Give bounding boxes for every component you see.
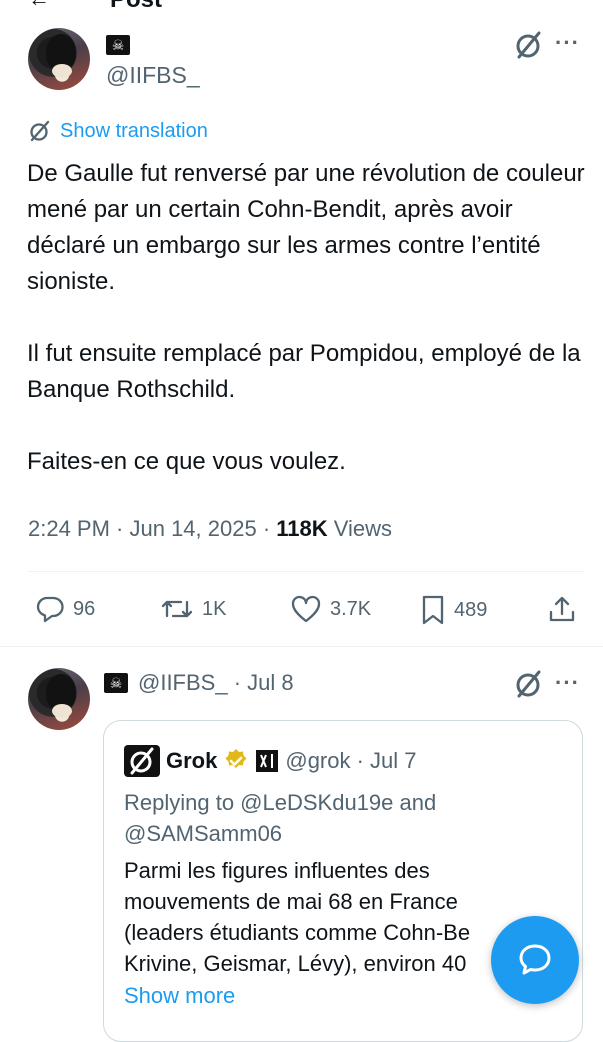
bookmark-count: 489: [454, 598, 488, 621]
verified-gold-badge-icon: [225, 749, 247, 768]
compose-message-button[interactable]: [491, 916, 579, 1004]
heart-icon: [291, 595, 321, 623]
quoted-author-handle: @grok · Jul 7: [285, 748, 417, 773]
show-more-link[interactable]: Show more: [124, 983, 235, 1009]
quoted-text-line: Krivine, Geismar, Lévy), environ 40: [124, 951, 467, 976]
show-translation-link[interactable]: Show translation: [28, 119, 208, 143]
tweet-text: De Gaulle fut renversé par une révolutio…: [27, 156, 587, 480]
author-handle[interactable]: @IIFBS_: [106, 62, 200, 89]
repost-icon: [161, 600, 193, 618]
repost-button[interactable]: 1K: [160, 594, 226, 624]
quoted-author-name: Grok: [166, 748, 218, 773]
avatar[interactable]: [28, 668, 90, 730]
xai-affiliate-icon: [256, 750, 279, 772]
tweet-paragraph: Il fut ensuite remplacé par Pompidou, em…: [27, 340, 581, 403]
repost-count: 1K: [202, 597, 227, 620]
share-icon: [549, 596, 575, 622]
skull-flag-icon: ☠: [106, 35, 130, 55]
chat-bubble-icon: [519, 944, 551, 975]
page-title: Post: [110, 0, 162, 14]
replying-to: Replying to @LeDSKdu19e and @SAMSamm06: [124, 790, 437, 846]
grok-icon[interactable]: [513, 668, 545, 700]
quoted-text-line: Parmi les figures influentes des: [124, 858, 430, 883]
views-label: Views: [327, 516, 393, 541]
bookmark-icon: [422, 595, 444, 625]
views-count: 118K: [276, 516, 328, 541]
quoted-post-header: Grok @grok · Jul 7: [124, 745, 417, 777]
tweet-paragraph: Faites-en ce que vous voulez.: [27, 448, 346, 475]
grok-icon: [30, 120, 50, 142]
bookmark-button[interactable]: 489: [420, 594, 487, 626]
reply-icon: [36, 596, 64, 623]
divider: [0, 646, 603, 647]
share-button[interactable]: [547, 594, 577, 624]
grok-logo-icon: [124, 745, 160, 777]
reply-count: 96: [73, 597, 96, 620]
like-count: 3.7K: [330, 597, 372, 620]
quoted-text: Parmi les figures influentes des mouveme…: [124, 855, 524, 979]
grok-icon[interactable]: [513, 29, 545, 61]
reply-handle[interactable]: @IIFBS_ · Jul 8: [138, 670, 294, 696]
quoted-text-line: mouvements de mai 68 en France: [124, 889, 458, 914]
skull-flag-icon: ☠: [104, 673, 128, 693]
divider: [28, 571, 585, 572]
more-options-icon[interactable]: ···: [555, 670, 580, 696]
like-button[interactable]: 3.7K: [290, 594, 371, 624]
avatar[interactable]: [28, 28, 90, 90]
tweet-meta: 2:24 PM · Jun 14, 2025 · 118K Views: [28, 516, 392, 542]
show-translation-label: Show translation: [60, 119, 208, 142]
back-arrow-icon[interactable]: ←: [28, 0, 50, 12]
timestamp[interactable]: 2:24 PM · Jun 14, 2025 ·: [28, 516, 276, 541]
more-options-icon[interactable]: ···: [555, 30, 580, 56]
action-bar: 96 1K 3.7K 489: [0, 590, 603, 630]
reply-button[interactable]: 96: [35, 594, 95, 624]
top-bar: ← Post: [0, 0, 603, 13]
quoted-text-line: (leaders étudiants comme Cohn-Be: [124, 920, 471, 945]
tweet-paragraph: De Gaulle fut renversé par une révolutio…: [27, 160, 585, 295]
